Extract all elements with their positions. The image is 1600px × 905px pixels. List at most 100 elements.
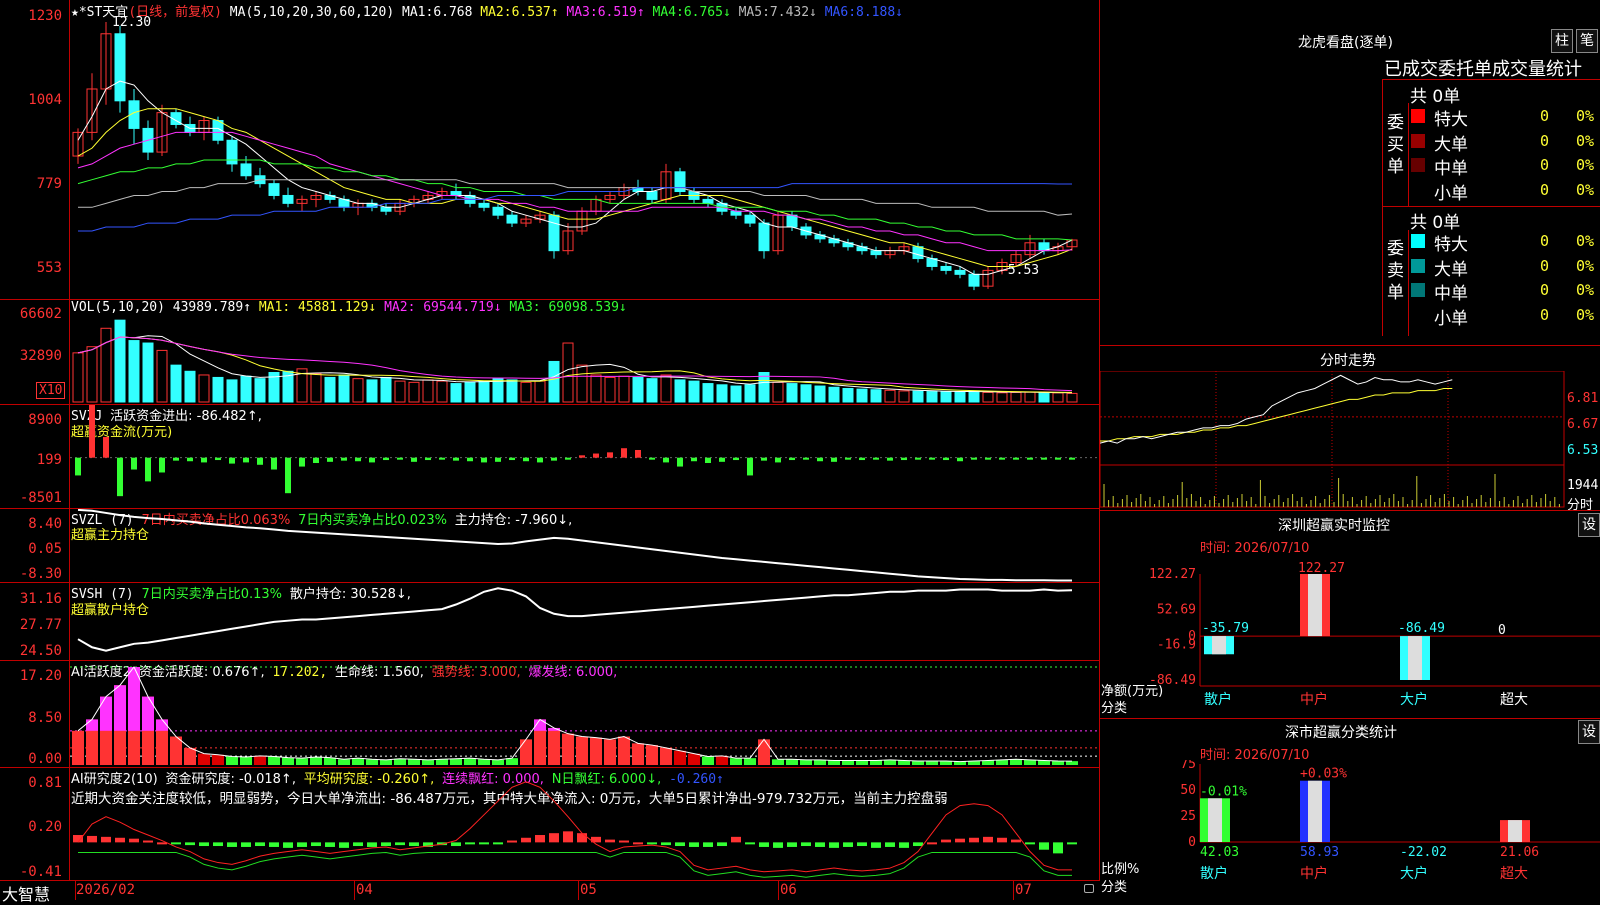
volume-bar bbox=[436, 380, 448, 403]
order-row-value: 0 bbox=[1540, 107, 1550, 125]
research-bar bbox=[885, 842, 895, 847]
class-label-1: 分类 bbox=[1101, 701, 1128, 716]
svzj-bar bbox=[551, 457, 557, 461]
svzl-main-holding-chart[interactable] bbox=[70, 509, 1098, 582]
svzj-bar bbox=[761, 457, 767, 461]
activity-bar bbox=[506, 758, 518, 765]
ai2-ytick-1: 0.81 bbox=[28, 775, 62, 791]
divider-right-intraday bbox=[1100, 345, 1600, 346]
volume-bar bbox=[842, 387, 854, 403]
activity-bar bbox=[212, 754, 224, 765]
sz-net-amount-chart[interactable]: 122.2752.690-16.9-86.49-35.79122.27-86.4… bbox=[1100, 556, 1600, 716]
stat-category-label: 大户 bbox=[1400, 865, 1428, 882]
research-bar bbox=[577, 833, 587, 843]
activity-bar bbox=[786, 759, 798, 765]
sz-category-label: 散户 bbox=[1204, 691, 1232, 708]
activity-bar bbox=[660, 747, 672, 765]
volume-chart[interactable] bbox=[70, 316, 1098, 404]
activity-bar bbox=[394, 758, 406, 765]
x-tick-2 bbox=[354, 880, 355, 900]
stat-settings-button[interactable]: 设 bbox=[1578, 720, 1600, 744]
volume-bar bbox=[618, 375, 630, 403]
svzj-bar bbox=[495, 457, 501, 462]
svzj-fund-flow-chart[interactable] bbox=[70, 405, 1098, 508]
sz-time: 时间: 2026/07/10 bbox=[1200, 541, 1310, 556]
volume-bar bbox=[996, 392, 1008, 403]
volume-bar bbox=[688, 380, 700, 403]
svsh-retail-holding-chart[interactable] bbox=[70, 583, 1098, 660]
stat-ytick: 25 bbox=[1180, 809, 1196, 824]
stat-category-label: 中户 bbox=[1300, 865, 1328, 882]
activity-bar bbox=[618, 736, 630, 765]
order-color-swatch bbox=[1411, 109, 1425, 123]
svzj-bar bbox=[509, 457, 515, 461]
activity-bar bbox=[408, 759, 420, 765]
candle-body bbox=[744, 214, 756, 224]
sz-category-label: 超大 bbox=[1500, 692, 1528, 708]
volume-bar bbox=[674, 379, 686, 403]
volume-bar bbox=[240, 375, 252, 403]
activity-bar bbox=[548, 727, 560, 765]
intraday-tick-2: 6.67 bbox=[1567, 417, 1599, 432]
divider-right-monitor bbox=[1100, 510, 1600, 511]
svzj-bar bbox=[229, 457, 235, 464]
ai-research-chart[interactable] bbox=[70, 768, 1098, 880]
activity-bar bbox=[576, 736, 588, 765]
activity-bar bbox=[184, 747, 196, 765]
volume-bar bbox=[464, 381, 476, 403]
stat-category-label: 超大 bbox=[1500, 866, 1528, 882]
volume-bar bbox=[338, 374, 350, 403]
intraday-chart[interactable] bbox=[1100, 371, 1566, 509]
candle-body bbox=[646, 191, 658, 200]
volume-bar bbox=[520, 381, 532, 403]
order-row-value: 0 bbox=[1540, 156, 1550, 174]
volume-bar bbox=[576, 364, 588, 403]
ratio-label: 比例% bbox=[1101, 862, 1140, 877]
candle-body bbox=[492, 206, 504, 216]
research-bar bbox=[787, 842, 797, 847]
volume-bar bbox=[254, 378, 266, 403]
intraday-frame bbox=[1100, 371, 1565, 508]
svzj-bar bbox=[1027, 457, 1033, 460]
sz-settings-button[interactable]: 设 bbox=[1578, 513, 1600, 537]
bar-view-button[interactable]: 柱 bbox=[1551, 29, 1573, 53]
order-color-swatch bbox=[1411, 133, 1425, 148]
svzj-bar bbox=[299, 457, 305, 467]
order-row-name: 中单 bbox=[1434, 159, 1468, 179]
lock-icon[interactable] bbox=[1084, 884, 1094, 893]
sz-monitor-title: 深圳超赢实时监控 bbox=[1278, 518, 1390, 534]
research-bar bbox=[913, 842, 923, 847]
volume-bar bbox=[548, 360, 560, 403]
volume-bar bbox=[1066, 392, 1078, 403]
volume-bar bbox=[156, 349, 168, 403]
research-bar bbox=[353, 842, 363, 847]
order-color-swatch bbox=[1411, 234, 1425, 248]
volume-bar bbox=[562, 342, 574, 403]
x-label-1: 2026/02 bbox=[76, 882, 136, 898]
activity-bar bbox=[478, 759, 490, 765]
order-row-pct: 0% bbox=[1576, 131, 1595, 150]
ai1-ytick-1: 17.20 bbox=[19, 668, 62, 684]
main-candlestick-chart[interactable] bbox=[70, 18, 1098, 298]
research-bar bbox=[717, 842, 727, 847]
svzj-bar bbox=[75, 457, 81, 476]
activity-bar bbox=[730, 758, 742, 765]
activity-bar bbox=[590, 737, 602, 765]
volume-bar bbox=[408, 381, 420, 403]
svzj-bar bbox=[481, 457, 487, 463]
activity-bar bbox=[296, 758, 308, 765]
activity-bar bbox=[1038, 760, 1050, 765]
sz-bar-highlight bbox=[1308, 574, 1322, 637]
sz-bar-label: 122.27 bbox=[1298, 561, 1345, 576]
tick-view-button[interactable]: 笔 bbox=[1576, 29, 1598, 53]
order-table-colline bbox=[1408, 103, 1409, 206]
svzj-bar bbox=[453, 457, 459, 461]
svzj-bar bbox=[523, 457, 529, 462]
ai-activity-chart[interactable] bbox=[70, 661, 1098, 767]
dragon-title: 龙虎看盘(逐单) bbox=[1298, 35, 1393, 51]
svzj-bar bbox=[341, 457, 347, 461]
research-bar bbox=[185, 842, 195, 846]
activity-bar bbox=[646, 745, 658, 765]
sz-class-stat-chart[interactable]: 75 50 25 0 -0.01% 42.03 +0.03% 58.93 -22.02 21.06… bbox=[1100, 760, 1600, 900]
research-bar bbox=[213, 842, 223, 847]
